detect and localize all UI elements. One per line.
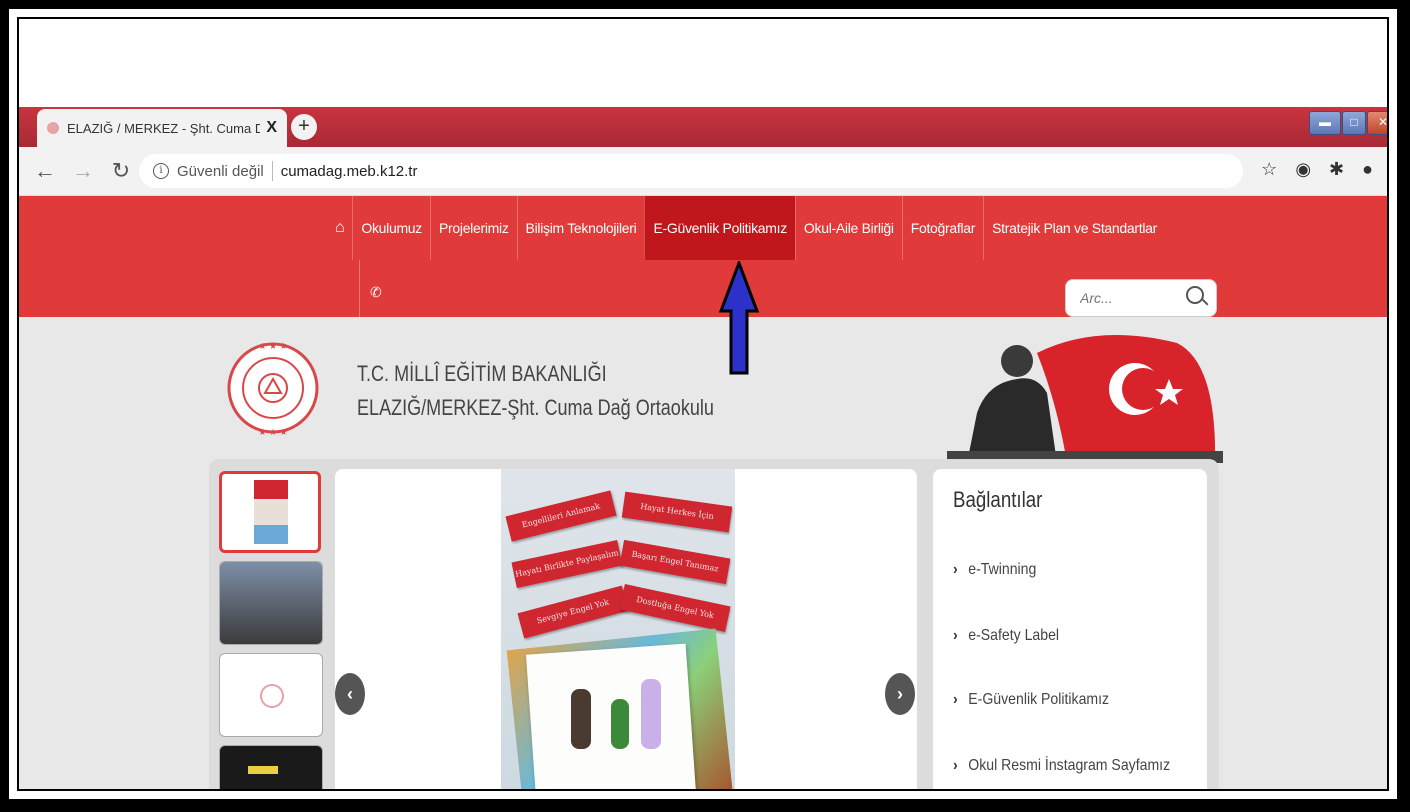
- screenshot-frame: ELAZIĞ / MERKEZ - Şht. Cuma Da X + ▬ □ ✕…: [6, 6, 1400, 802]
- slide-label: Başarı Engel Tanımaz: [619, 539, 731, 585]
- nav-item-okul-aile[interactable]: Okul-Aile Birliği: [794, 196, 902, 260]
- links-panel: Bağlantılar › e-Twinning › e-Safety Label …: [933, 469, 1207, 789]
- link-label: Okul Resmi İnstagram Sayfamız: [968, 757, 1171, 774]
- puzzle-icon[interactable]: ✱: [1329, 159, 1344, 180]
- profile-icon[interactable]: ●: [1362, 159, 1373, 180]
- svg-text:★ ★ ★: ★ ★ ★: [258, 341, 287, 351]
- chevron-right-icon: ›: [953, 757, 958, 774]
- extension-icon[interactable]: ◉: [1295, 159, 1311, 180]
- home-icon[interactable]: ⌂: [327, 196, 352, 260]
- tab-title: ELAZIĞ / MERKEZ - Şht. Cuma Da: [67, 120, 261, 136]
- thumbnail[interactable]: [219, 471, 321, 553]
- tab-strip: ELAZIĞ / MERKEZ - Şht. Cuma Da X + ▬ □ ✕: [19, 107, 1387, 147]
- thumbnail[interactable]: [219, 653, 323, 737]
- slide-label: Dostluğa Engel Yok: [619, 584, 731, 632]
- thumbnail-list: [219, 471, 323, 789]
- thumbnail[interactable]: [219, 745, 323, 789]
- thumbnail[interactable]: [219, 561, 323, 645]
- link-etwinning[interactable]: › e-Twinning: [953, 561, 1036, 579]
- prev-slide-button[interactable]: ‹: [335, 673, 365, 715]
- close-window-icon[interactable]: ✕: [1367, 111, 1387, 135]
- next-slide-button[interactable]: ›: [885, 673, 915, 715]
- slide-label: Engellileri Anlamak: [505, 490, 617, 542]
- ataturk-flag-image: [947, 335, 1223, 463]
- nav-item-e-guvenlik[interactable]: E-Güvenlik Politikamız: [644, 196, 795, 260]
- meb-logo: ★ ★ ★ ★ ★ ★: [227, 341, 319, 437]
- forward-icon[interactable]: →: [71, 158, 95, 184]
- content-area: Engellileri Anlamak Hayat Herkes İçin Ha…: [209, 459, 1219, 789]
- minimize-icon[interactable]: ▬: [1309, 111, 1341, 135]
- divider: [271, 161, 273, 181]
- chevron-right-icon: ›: [953, 691, 958, 708]
- school-name: ELAZIĞ/MERKEZ-Şht. Cuma Dağ Ortaokulu: [357, 395, 714, 420]
- chevron-right-icon: ›: [953, 627, 958, 644]
- link-eguvenlik[interactable]: › E-Güvenlik Politikamız: [953, 691, 1109, 709]
- maximize-icon[interactable]: □: [1342, 111, 1366, 135]
- security-label: Güvenli değil: [177, 162, 264, 180]
- address-bar[interactable]: i Güvenli değil cumadag.meb.k12.tr: [139, 154, 1243, 188]
- favicon-icon: [47, 122, 59, 134]
- link-instagram[interactable]: › Okul Resmi İnstagram Sayfamız: [953, 757, 1170, 775]
- nav-item-stratejik-plan[interactable]: Stratejik Plan ve Standartlar: [983, 196, 1165, 260]
- url-text[interactable]: cumadag.meb.k12.tr: [281, 163, 418, 180]
- browser-tab[interactable]: ELAZIĞ / MERKEZ - Şht. Cuma Da X: [37, 109, 287, 147]
- site-navbar: ⌂ Okulumuz Projelerimiz Bilişim Teknoloj…: [19, 196, 1387, 317]
- address-toolbar: ← → ↻ i Güvenli değil cumadag.meb.k12.tr…: [19, 147, 1387, 196]
- link-esafety[interactable]: › e-Safety Label: [953, 627, 1059, 645]
- slide-label: Hayat Herkes İçin: [621, 491, 733, 533]
- new-tab-button[interactable]: +: [291, 114, 317, 140]
- info-icon[interactable]: i: [153, 163, 169, 179]
- org-name-line1: T.C. MİLLÎ EĞİTİM BAKANLIĞI: [357, 361, 607, 386]
- links-title: Bağlantılar: [953, 487, 1043, 512]
- close-tab-icon[interactable]: X: [266, 119, 277, 137]
- chevron-right-icon: ›: [953, 561, 958, 578]
- reload-icon[interactable]: ↻: [109, 158, 133, 184]
- site-search[interactable]: [1065, 279, 1217, 317]
- image-slider: Engellileri Anlamak Hayat Herkes İçin Ha…: [335, 469, 917, 789]
- nav-item-okulumuz[interactable]: Okulumuz: [352, 196, 430, 260]
- browser-window: ELAZIĞ / MERKEZ - Şht. Cuma Da X + ▬ □ ✕…: [17, 17, 1389, 791]
- annotation-arrow-icon: [719, 261, 759, 375]
- svg-text:★ ★ ★: ★ ★ ★: [258, 427, 287, 437]
- nav-item-bilisim[interactable]: Bilişim Teknolojileri: [516, 196, 645, 260]
- main-menu: ⌂ Okulumuz Projelerimiz Bilişim Teknoloj…: [327, 196, 1165, 260]
- search-input[interactable]: [1078, 289, 1182, 307]
- search-icon[interactable]: [1186, 286, 1204, 304]
- slide-label: Sevgiye Engel Yok: [517, 585, 629, 639]
- phone-icon[interactable]: ✆: [359, 260, 382, 317]
- link-label: e-Safety Label: [968, 627, 1060, 644]
- link-label: e-Twinning: [968, 561, 1037, 578]
- back-icon[interactable]: ←: [33, 158, 57, 184]
- nav-item-fotograflar[interactable]: Fotoğraflar: [901, 196, 983, 260]
- nav-item-projelerimiz[interactable]: Projelerimiz: [430, 196, 517, 260]
- link-label: E-Güvenlik Politikamız: [968, 691, 1110, 708]
- page-body: ★ ★ ★ ★ ★ ★ T.C. MİLLÎ EĞİTİM BAKANLIĞI …: [19, 317, 1387, 789]
- slide-label: Hayatı Birlikte Paylaşalım: [511, 540, 623, 588]
- star-icon[interactable]: ☆: [1261, 159, 1277, 180]
- slide-image: Engellileri Anlamak Hayat Herkes İçin Ha…: [501, 469, 735, 789]
